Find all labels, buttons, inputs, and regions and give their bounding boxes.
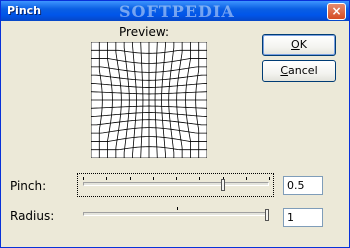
- pinch-slider-tick: [176, 177, 177, 180]
- ok-label: K: [299, 38, 307, 51]
- pinch-value-input[interactable]: [283, 176, 323, 195]
- pinch-slider-tick: [269, 177, 270, 180]
- radius-value-input[interactable]: [283, 208, 323, 227]
- ok-mnemonic: O: [291, 38, 300, 51]
- radius-label: Radius:: [10, 209, 55, 223]
- pinch-label: Pinch:: [10, 179, 47, 193]
- cancel-button[interactable]: Cancel: [262, 60, 336, 82]
- pinch-slider-tick: [83, 177, 84, 180]
- preview-image: [91, 42, 207, 158]
- pinch-slider-tick: [152, 177, 154, 180]
- cancel-mnemonic: C: [280, 64, 289, 77]
- watermark-logo: SOFTPEDIA: [119, 2, 235, 21]
- ok-button[interactable]: OK: [262, 34, 336, 56]
- pinch-dialog: Pinch SOFTPEDIA × Preview: OK Cancel Pin…: [0, 0, 350, 248]
- pinch-slider-tick: [129, 177, 131, 180]
- radius-slider[interactable]: [81, 205, 271, 225]
- close-icon: ×: [331, 4, 342, 18]
- window-title: Pinch: [7, 4, 42, 17]
- cancel-label: ancel: [288, 64, 318, 77]
- pinch-slider-tick: [106, 177, 108, 180]
- title-bar[interactable]: Pinch SOFTPEDIA ×: [1, 1, 349, 21]
- pinch-slider-track: [83, 182, 269, 186]
- pinch-slider-thumb[interactable]: [220, 179, 225, 191]
- radius-slider-track: [83, 212, 269, 216]
- pinch-slider[interactable]: [81, 175, 271, 195]
- radius-slider-thumb[interactable]: [265, 209, 269, 221]
- pinch-slider-tick: [199, 177, 201, 180]
- radius-slider-tick: [177, 207, 178, 210]
- pinch-slider-tick: [245, 177, 247, 180]
- preview-label: Preview:: [119, 25, 170, 39]
- close-button[interactable]: ×: [327, 3, 346, 20]
